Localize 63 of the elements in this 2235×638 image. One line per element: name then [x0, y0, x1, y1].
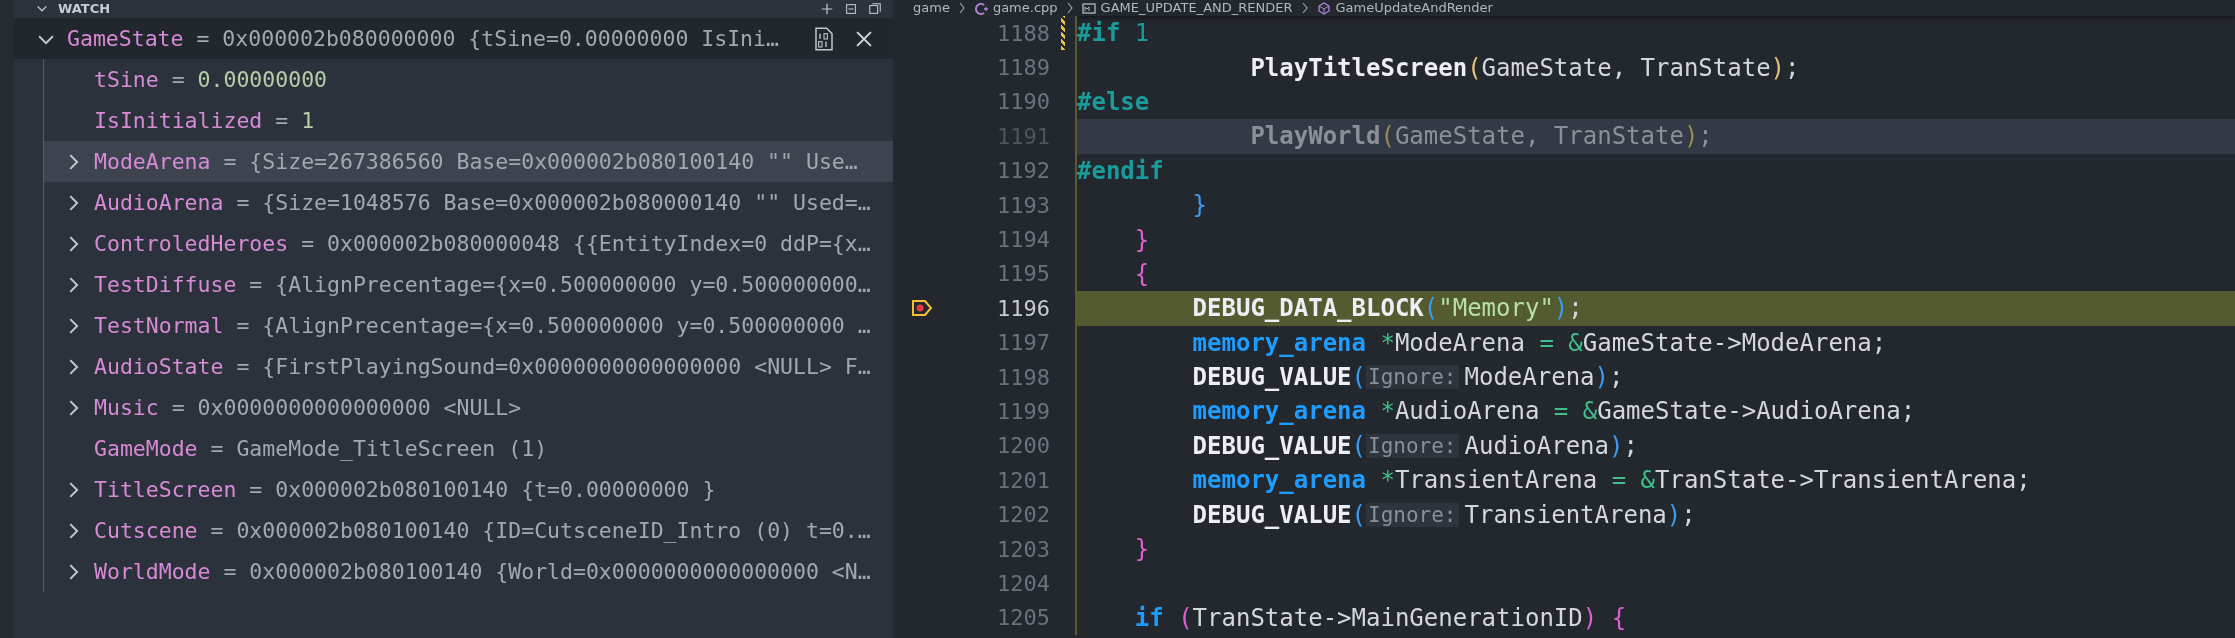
watch-expression: TestNormal = {AlignPrecentage={x=0.500000000 y=0.500000000 … [94, 313, 871, 338]
watch-expression: WorldMode = 0x000002b080100140 {World=0x0000000000000000 <N… [94, 559, 871, 584]
code-line: DEBUG_DATA_BLOCK("Memory"); [1075, 291, 2235, 326]
code-line: memory_arena *TransientArena = &TranState->TransientArena; [1075, 463, 2235, 498]
line-number: 1195 [996, 261, 1050, 287]
watch-expression: GameState = 0x000002b080000000 {tSine=0.00000000 IsIni… [67, 26, 779, 51]
chevron-right-icon [957, 2, 966, 14]
code-line: #endif [1075, 153, 2235, 188]
line-number: 1196 [996, 295, 1050, 321]
code-line: DEBUG_VALUE(Ignore: ModeArena); [1075, 359, 2235, 395]
line-number: 1193 [996, 192, 1050, 218]
line-number: 1197 [996, 330, 1050, 356]
watch-expression: IsInitialized = 1 [94, 108, 315, 133]
watch-expression: ControledHeroes = 0x000002b080000048 {{EntityIndex=0 ddP={x… [94, 231, 871, 256]
code-line: if (TranState->MainGenerationID) { [1075, 600, 2235, 636]
watch-expression: TestDiffuse = {AlignPrecentage={x=0.500000000 y=0.500000000… [94, 272, 871, 297]
line-number: 1190 [996, 89, 1050, 115]
watch-expression: Music = 0x0000000000000000 <NULL> [94, 395, 522, 420]
clear-all-icon[interactable] [867, 2, 883, 16]
line-number: 1198 [996, 364, 1050, 390]
breadcrumb-item[interactable]: game [913, 0, 950, 16]
line-number: 1202 [996, 502, 1050, 528]
line-number: 1189 [996, 55, 1050, 81]
line-number: 1188 [996, 20, 1050, 46]
breadcrumb-item[interactable]: GAME_UPDATE_AND_RENDER [1100, 0, 1293, 16]
line-number: 1201 [996, 467, 1050, 493]
code-line: } [1075, 531, 2235, 567]
watch-expression: AudioArena = {Size=1048576 Base=0x000002b080000140 "" Used=… [94, 190, 871, 215]
breakpoint-arrow-icon[interactable] [910, 299, 933, 318]
line-number: 1200 [996, 433, 1050, 459]
code-line: DEBUG_VALUE(Ignore: AudioArena); [1075, 428, 2235, 464]
line-number: 1199 [996, 399, 1050, 424]
code-line: PlayTitleScreen(GameState, TranState); [1075, 50, 2235, 85]
collapse-all-icon[interactable] [843, 2, 859, 16]
watch-expression: AudioState = {FirstPlayingSound=0x0000000000000000 <NULL> F… [94, 354, 871, 379]
watch-item[interactable]: ModeArena = {Size=267386560 Base=0x000002b080100140 "" Use… [44, 141, 893, 182]
code-line: } [1075, 187, 2235, 223]
breadcrumb-item[interactable]: GameUpdateAndRender [1335, 0, 1493, 16]
line-number: 1204 [996, 570, 1050, 596]
code-line: memory_arena *AudioArena = &GameState->AudioArena; [1075, 394, 2235, 429]
line-number: 1194 [996, 227, 1050, 253]
watch-item[interactable]: GameState = 0x000002b080000000 {tSine=0.00000000 IsIni… [14, 18, 893, 59]
chevron-right-icon [1300, 2, 1309, 14]
line-number: 1205 [996, 605, 1050, 631]
watch-expression: tSine = 0.00000000 [94, 67, 328, 92]
panel-title: WATCH [58, 1, 111, 17]
line-number: 1203 [996, 536, 1050, 562]
plus-icon[interactable] [819, 2, 835, 16]
watch-expression: GameMode = GameMode_TitleScreen (1) [94, 436, 548, 461]
code-line: } [1075, 222, 2235, 257]
code-line: DEBUG_VALUE(Ignore: TransientArena); [1075, 497, 2235, 532]
code-line: memory_arena *ModeArena = &GameState->ModeArena; [1075, 325, 2235, 360]
breadcrumb-item[interactable]: game.cpp [992, 0, 1058, 16]
watch-expression: TitleScreen = 0x000002b080100140 {t=0.00000000 } [94, 477, 716, 502]
watch-expression: ModeArena = {Size=267386560 Base=0x000002b080100140 "" Use… [94, 149, 858, 174]
c-file-icon [973, 1, 988, 15]
chevron-right-icon [1065, 2, 1074, 14]
macro-icon [1081, 1, 1096, 15]
cube-icon [1316, 1, 1331, 15]
binary-file-icon[interactable] [813, 26, 835, 51]
code-line: #if 1 [1075, 16, 2235, 51]
line-number: 1192 [996, 158, 1050, 184]
watch-expression: Cutscene = 0x000002b080100140 {ID=CutsceneID_Intro (0) t=0.… [94, 518, 871, 543]
